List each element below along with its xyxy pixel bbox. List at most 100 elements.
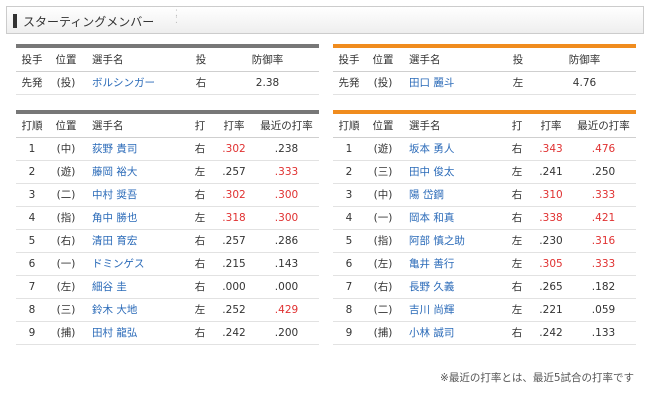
batting-avg: .257 xyxy=(214,160,254,184)
bats-hand: 右 xyxy=(186,137,214,161)
batting-avg: .215 xyxy=(214,252,254,276)
batting-avg: .302 xyxy=(214,183,254,207)
lineup-header-row: 打順 位置 選手名 打 打率 最近の打率 xyxy=(333,114,636,138)
bats-hand: 右 xyxy=(503,206,531,230)
recent-avg: .421 xyxy=(571,206,636,230)
player-name-link[interactable]: 荻野 貴司 xyxy=(84,137,186,161)
batting-avg: .310 xyxy=(531,183,571,207)
player-name-link[interactable]: 亀井 善行 xyxy=(401,252,503,276)
drag-dots-icon: ⁚ ⁚ xyxy=(175,9,178,26)
player-name-link[interactable]: 吉川 尚輝 xyxy=(401,298,503,322)
bats-hand: 左 xyxy=(186,206,214,230)
batting-order: 5 xyxy=(333,229,365,253)
player-name-link[interactable]: 鈴木 大地 xyxy=(84,298,186,322)
header-batting-order: 打順 xyxy=(16,114,48,138)
player-position: (捕) xyxy=(48,321,84,345)
player-position: (捕) xyxy=(365,321,401,345)
lineup-row: 5 (右) 清田 育宏右 .257.286 xyxy=(16,229,319,253)
player-name-link[interactable]: 中村 奨吾 xyxy=(84,183,186,207)
bats-hand: 右 xyxy=(186,229,214,253)
batting-order: 3 xyxy=(333,183,365,207)
batting-avg: .242 xyxy=(531,321,571,345)
player-name-link[interactable]: 岡本 和真 xyxy=(401,206,503,230)
header-player-name: 選手名 xyxy=(401,114,503,138)
player-name-link[interactable]: 長野 久義 xyxy=(401,275,503,299)
player-name-link[interactable]: 阿部 慎之助 xyxy=(401,229,503,253)
recent-avg-footnote: ※最近の打率とは、最近5試合の打率です xyxy=(440,372,634,384)
bats-hand: 右 xyxy=(186,252,214,276)
lineup-row: 6 (一) ドミンゲス右 .215.143 xyxy=(16,252,319,276)
pitcher-role: 先発 xyxy=(333,71,365,95)
left-team-lineup-table: 打順 位置 選手名 打 打率 最近の打率 1 (中) 荻野 貴司右 .302.238 2… xyxy=(16,110,319,345)
batting-order: 1 xyxy=(333,137,365,161)
header-player-name: 選手名 xyxy=(401,48,503,72)
pitcher-hand: 左 xyxy=(503,71,533,95)
bats-hand: 右 xyxy=(186,275,214,299)
header-era: 防御率 xyxy=(533,48,636,72)
header-bar-marker xyxy=(13,14,17,28)
player-name-link[interactable]: 田村 龍弘 xyxy=(84,321,186,345)
pitcher-position: (投) xyxy=(48,71,84,95)
header-bats: 打 xyxy=(186,114,214,138)
pitcher-name-link[interactable]: 田口 麗斗 xyxy=(401,71,503,95)
player-name-link[interactable]: 細谷 圭 xyxy=(84,275,186,299)
batting-order: 2 xyxy=(16,160,48,184)
batting-order: 8 xyxy=(333,298,365,322)
batting-order: 2 xyxy=(333,160,365,184)
player-name-link[interactable]: 清田 育宏 xyxy=(84,229,186,253)
header-avg: 打率 xyxy=(214,114,254,138)
bats-hand: 右 xyxy=(186,183,214,207)
left-lineup-body: 1 (中) 荻野 貴司右 .302.238 2 (遊) 藤岡 裕大左 .257.333 3 (二)… xyxy=(16,137,319,345)
pitcher-role: 先発 xyxy=(16,71,48,95)
batting-avg: .242 xyxy=(214,321,254,345)
header-bats: 打 xyxy=(503,114,531,138)
header-pitcher: 投手 xyxy=(333,48,365,72)
bats-hand: 右 xyxy=(503,183,531,207)
lineup-row: 2 (遊) 藤岡 裕大左 .257.333 xyxy=(16,160,319,184)
left-team-pitcher-table: 投手 位置 選手名 投 防御率 先発 (投) ボルシンガー 右 2.38 xyxy=(16,44,319,95)
lineup-row: 3 (二) 中村 奨吾右 .302.300 xyxy=(16,183,319,207)
recent-avg: .476 xyxy=(571,137,636,161)
player-name-link[interactable]: 坂本 勇人 xyxy=(401,137,503,161)
bats-hand: 右 xyxy=(503,321,531,345)
player-name-link[interactable]: 小林 誠司 xyxy=(401,321,503,345)
player-name-link[interactable]: 角中 勝也 xyxy=(84,206,186,230)
header-player-name: 選手名 xyxy=(84,48,186,72)
bats-hand: 左 xyxy=(503,160,531,184)
pitcher-era: 4.76 xyxy=(533,71,636,95)
bats-hand: 右 xyxy=(186,321,214,345)
recent-avg: .333 xyxy=(254,160,319,184)
recent-avg: .059 xyxy=(571,298,636,322)
batting-avg: .230 xyxy=(531,229,571,253)
recent-avg: .429 xyxy=(254,298,319,322)
bats-hand: 右 xyxy=(503,137,531,161)
recent-avg: .286 xyxy=(254,229,319,253)
lineup-row: 4 (一) 岡本 和真右 .338.421 xyxy=(333,206,636,230)
pitcher-name-link[interactable]: ボルシンガー xyxy=(84,71,186,95)
batting-avg: .221 xyxy=(531,298,571,322)
batting-order: 9 xyxy=(16,321,48,345)
recent-avg: .250 xyxy=(571,160,636,184)
player-position: (左) xyxy=(365,252,401,276)
recent-avg: .238 xyxy=(254,137,319,161)
bats-hand: 左 xyxy=(503,229,531,253)
batting-avg: .252 xyxy=(214,298,254,322)
player-name-link[interactable]: ドミンゲス xyxy=(84,252,186,276)
player-name-link[interactable]: 藤岡 裕大 xyxy=(84,160,186,184)
lineup-row: 1 (中) 荻野 貴司右 .302.238 xyxy=(16,137,319,161)
player-position: (三) xyxy=(365,160,401,184)
batting-order: 8 xyxy=(16,298,48,322)
recent-avg: .133 xyxy=(571,321,636,345)
player-name-link[interactable]: 田中 俊太 xyxy=(401,160,503,184)
lineup-header-row: 打順 位置 選手名 打 打率 最近の打率 xyxy=(16,114,319,138)
header-avg: 打率 xyxy=(531,114,571,138)
batting-avg: .305 xyxy=(531,252,571,276)
right-lineup-body: 1 (遊) 坂本 勇人右 .343.476 2 (三) 田中 俊太左 .241.250 3 (中)… xyxy=(333,137,636,345)
lineup-row: 1 (遊) 坂本 勇人右 .343.476 xyxy=(333,137,636,161)
player-name-link[interactable]: 陽 岱鋼 xyxy=(401,183,503,207)
recent-avg: .316 xyxy=(571,229,636,253)
recent-avg: .333 xyxy=(571,252,636,276)
player-position: (二) xyxy=(365,298,401,322)
lineup-row: 2 (三) 田中 俊太左 .241.250 xyxy=(333,160,636,184)
right-team-pitcher-table: 投手 位置 選手名 投 防御率 先発 (投) 田口 麗斗 左 4.76 xyxy=(333,44,636,95)
